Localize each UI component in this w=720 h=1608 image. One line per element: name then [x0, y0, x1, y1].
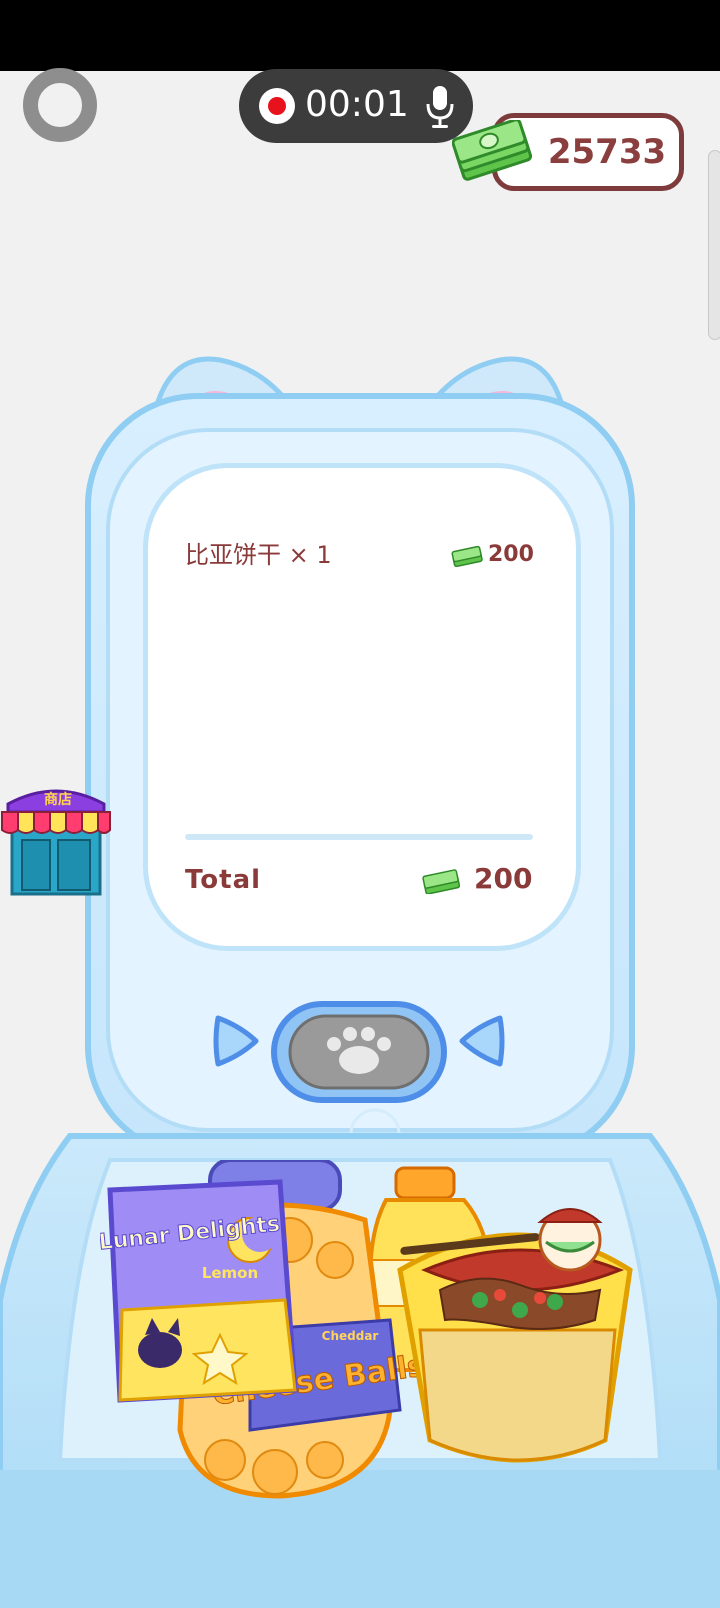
- receipt-item-name: 比亚饼干 × 1: [185, 541, 332, 569]
- receipt-total-value: 200: [474, 862, 533, 895]
- receipt-item-price: 200: [488, 542, 534, 567]
- next-arrow-button[interactable]: [456, 1010, 508, 1072]
- noodle-cup[interactable]: [397, 1208, 633, 1463]
- receipt-divider: [185, 834, 533, 840]
- receipt-total-label: Total: [185, 865, 262, 895]
- paw-confirm-button[interactable]: [270, 1000, 448, 1104]
- snack-pile[interactable]: Cheese Balls Cheddar Lunar Delights Lemo…: [100, 1160, 660, 1520]
- screen-recorder-pill[interactable]: 00:01: [239, 69, 473, 143]
- chips-flavor: Lemon: [202, 1264, 258, 1282]
- microphone-icon[interactable]: [425, 84, 455, 130]
- cash-icon: [422, 869, 460, 894]
- side-scrollbar[interactable]: [708, 150, 720, 340]
- record-timer: 00:01: [305, 84, 409, 125]
- previous-arrow-button[interactable]: [210, 1010, 262, 1072]
- jar-flavor: Cheddar: [322, 1329, 379, 1343]
- receipt-screen: 比亚饼干 × 1 200 Total 200: [148, 468, 576, 946]
- cash-stack-icon: [452, 120, 533, 181]
- home-circle-button[interactable]: [23, 68, 97, 142]
- record-dot-icon[interactable]: [259, 88, 295, 124]
- lunar-delights-chips[interactable]: Lunar Delights Lemon: [100, 1179, 298, 1403]
- coin-amount: 25733: [547, 132, 667, 172]
- cash-icon: [451, 545, 483, 567]
- shop-label[interactable]: 商店: [38, 790, 78, 810]
- status-bar: [0, 0, 720, 71]
